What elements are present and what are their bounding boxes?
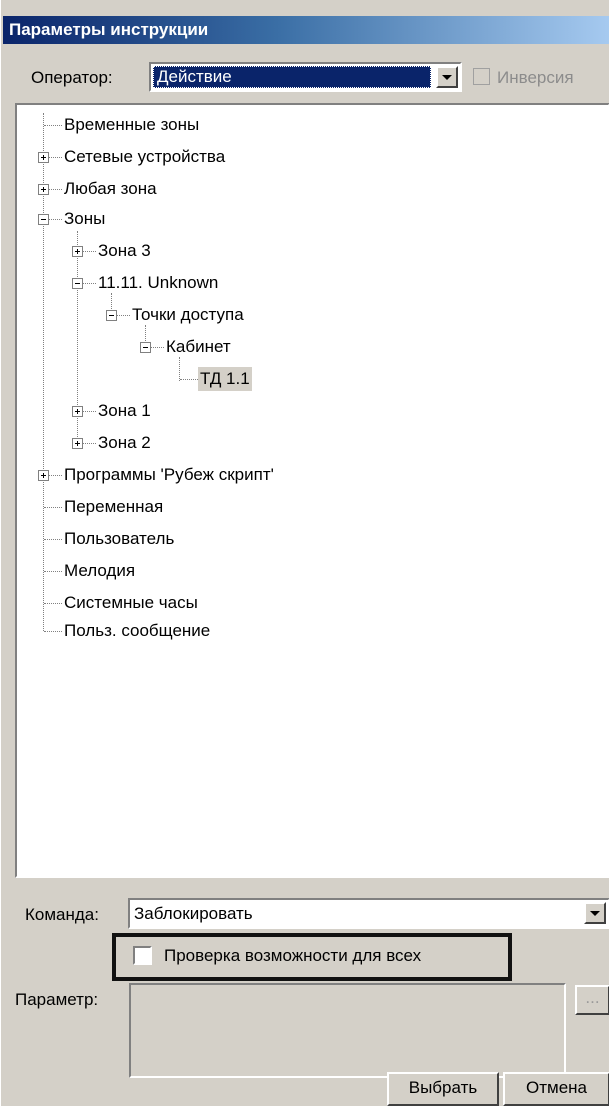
tree-connector bbox=[49, 475, 62, 476]
tree-connector bbox=[180, 379, 198, 380]
check-all-checkbox[interactable] bbox=[133, 946, 152, 965]
expand-icon[interactable] bbox=[38, 184, 49, 195]
tree-connector bbox=[83, 443, 96, 444]
expand-icon[interactable] bbox=[72, 406, 83, 417]
cancel-button[interactable]: Отмена bbox=[503, 1072, 609, 1106]
command-dropdown-button[interactable] bbox=[584, 902, 606, 924]
instruction-params-dialog: Параметры инструкции Оператор: Действие … bbox=[0, 0, 609, 1106]
tree-connector bbox=[49, 157, 62, 158]
tree-item-td-1-1[interactable]: ТД 1.1 bbox=[198, 367, 252, 391]
chevron-down-icon bbox=[590, 910, 600, 916]
check-all-label[interactable]: Проверка возможности для всех bbox=[164, 944, 421, 968]
tree-item-zones[interactable]: Зоны bbox=[62, 207, 107, 231]
expand-icon[interactable] bbox=[72, 438, 83, 449]
tree-item-any-zone[interactable]: Любая зона bbox=[62, 177, 159, 201]
expand-icon[interactable] bbox=[38, 152, 49, 163]
expand-icon[interactable] bbox=[72, 246, 83, 257]
tree-connector bbox=[49, 219, 62, 220]
tree-connector bbox=[83, 251, 96, 252]
parameter-field[interactable] bbox=[129, 983, 566, 1078]
tree-item-network-devices[interactable]: Сетевые устройства bbox=[62, 145, 227, 169]
tree-connector bbox=[83, 283, 96, 284]
parameter-label: Параметр: bbox=[15, 990, 99, 1009]
operator-value: Действие bbox=[153, 66, 431, 88]
tree-item-user-message[interactable]: Польз. сообщение bbox=[62, 619, 212, 643]
collapse-icon[interactable] bbox=[72, 278, 83, 289]
operator-label: Оператор: bbox=[31, 68, 113, 87]
command-value: Заблокировать bbox=[134, 904, 253, 923]
chevron-down-icon bbox=[442, 74, 452, 80]
dialog-title: Параметры инструкции bbox=[3, 16, 609, 44]
tree-item-zone-3[interactable]: Зона 3 bbox=[96, 239, 153, 263]
tree-item-user[interactable]: Пользователь bbox=[62, 527, 176, 551]
inversion-checkbox[interactable] bbox=[473, 68, 490, 85]
tree-connector bbox=[151, 347, 164, 348]
tree-connector bbox=[179, 357, 180, 381]
operator-dropdown-button[interactable] bbox=[436, 66, 458, 88]
tree-item-zone-2[interactable]: Зона 2 bbox=[96, 431, 153, 455]
tree-item-programs[interactable]: Программы 'Рубеж скрипт' bbox=[62, 463, 276, 487]
tree-connector bbox=[117, 315, 130, 316]
tree-connector bbox=[44, 631, 62, 632]
collapse-icon[interactable] bbox=[106, 310, 117, 321]
tree-item-zone-1[interactable]: Зона 1 bbox=[96, 399, 153, 423]
object-tree[interactable]: Временные зоны Сетевые устройства Любая … bbox=[15, 103, 609, 878]
tree-item-melody[interactable]: Мелодия bbox=[62, 559, 137, 583]
tree-item-time-zones[interactable]: Временные зоны bbox=[62, 113, 201, 137]
tree-connector bbox=[49, 189, 62, 190]
select-button[interactable]: Выбрать bbox=[387, 1072, 499, 1106]
tree-item-unknown-device[interactable]: 11.11. Unknown bbox=[96, 271, 220, 295]
tree-item-cabinet[interactable]: Кабинет bbox=[164, 335, 233, 359]
tree-connector bbox=[83, 411, 96, 412]
collapse-icon[interactable] bbox=[38, 214, 49, 225]
tree-connector bbox=[44, 507, 62, 508]
tree-connector bbox=[44, 125, 62, 126]
inversion-label: Инверсия bbox=[497, 68, 574, 87]
tree-connector bbox=[44, 539, 62, 540]
expand-icon[interactable] bbox=[38, 470, 49, 481]
parameter-browse-button[interactable]: ... bbox=[575, 985, 609, 1015]
tree-connector bbox=[44, 571, 62, 572]
tree-item-variable[interactable]: Переменная bbox=[62, 495, 165, 519]
tree-item-access-points[interactable]: Точки доступа bbox=[130, 303, 246, 327]
tree-connector bbox=[44, 603, 62, 604]
tree-item-system-clock[interactable]: Системные часы bbox=[62, 591, 200, 615]
command-label: Команда: bbox=[25, 905, 99, 924]
collapse-icon[interactable] bbox=[140, 342, 151, 353]
operator-select[interactable]: Действие bbox=[149, 62, 462, 92]
command-select[interactable]: Заблокировать bbox=[128, 898, 609, 929]
